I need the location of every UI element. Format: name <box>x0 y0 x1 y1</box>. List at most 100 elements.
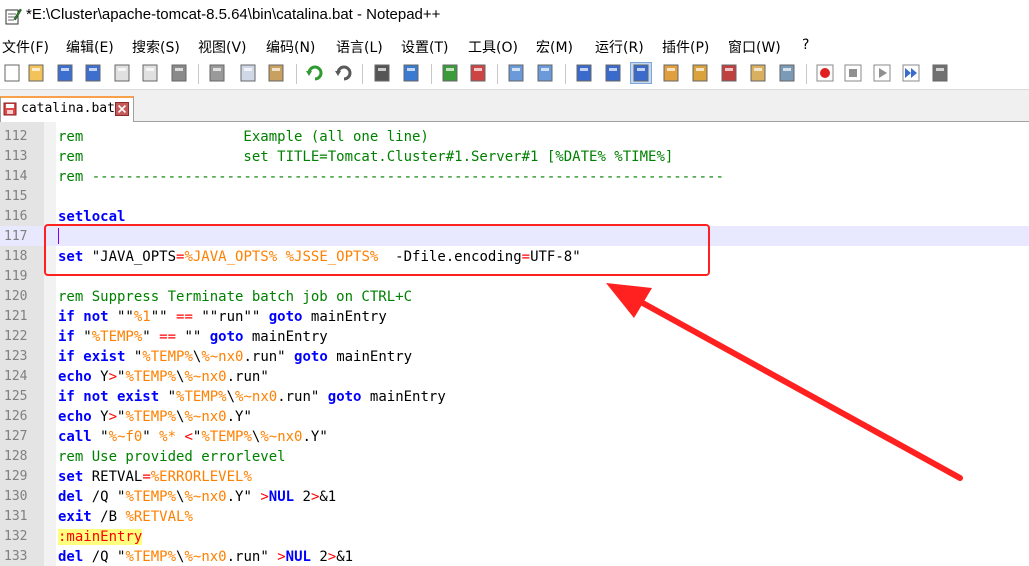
save-macro-icon[interactable] <box>930 63 950 83</box>
play-macro-icon[interactable] <box>872 63 892 83</box>
code-token: mainEntry <box>302 309 387 325</box>
code-line-116[interactable]: 116 setlocal <box>0 206 1029 226</box>
toolbar-separator <box>806 64 807 84</box>
udl-icon[interactable] <box>661 63 681 83</box>
line-number: 121 <box>4 309 28 324</box>
code-token: :mainEntry <box>58 529 143 545</box>
code-line-129[interactable]: 129 set RETVAL=%ERRORLEVEL% <box>0 466 1029 486</box>
run-macro-multiple-icon[interactable] <box>901 63 921 83</box>
menu-item-2[interactable]: 搜索(S) <box>132 37 180 57</box>
menu-item-6[interactable]: 设置(T) <box>401 37 448 57</box>
close-icon[interactable] <box>112 63 132 83</box>
code-text: del /Q "%TEMP%\%~nx0.run" >NUL 2>&1 <box>58 549 353 565</box>
menu-item-11[interactable]: 窗口(W) <box>728 37 781 57</box>
line-number: 120 <box>4 289 28 304</box>
code-text: if not exist "%TEMP%\%~nx0.run" goto mai… <box>58 389 446 405</box>
close-all-icon[interactable] <box>140 63 160 83</box>
code-token: %~nx0 <box>260 429 303 445</box>
copy-icon[interactable] <box>238 63 258 83</box>
menu-item-0[interactable]: 文件(F) <box>2 37 49 57</box>
code-line-133[interactable]: 133 del /Q "%TEMP%\%~nx0.run" >NUL 2>&1 <box>0 546 1029 566</box>
code-line-125[interactable]: 125 if not exist "%TEMP%\%~nx0.run" goto … <box>0 386 1029 406</box>
code-token: " <box>142 429 160 445</box>
code-token: "" <box>176 329 210 345</box>
code-token: if exist <box>58 349 126 365</box>
tab-close-icon[interactable] <box>115 102 129 116</box>
code-token: %TEMP% <box>125 369 177 385</box>
undo-icon[interactable] <box>305 63 325 83</box>
save-all-icon[interactable] <box>83 63 103 83</box>
line-number: 112 <box>4 129 28 144</box>
code-text: set RETVAL=%ERRORLEVEL% <box>58 469 252 485</box>
line-number: 129 <box>4 469 28 484</box>
zoom-in-icon[interactable] <box>440 63 460 83</box>
menu-item-12[interactable]: ? <box>802 37 809 53</box>
code-line-120[interactable]: 120 rem Suppress Terminate batch job on C… <box>0 286 1029 306</box>
line-number: 124 <box>4 369 28 384</box>
code-line-123[interactable]: 123 if exist "%TEMP%\%~nx0.run" goto main… <box>0 346 1029 366</box>
find-icon[interactable] <box>372 63 392 83</box>
line-number: 131 <box>4 509 28 524</box>
code-token: == <box>159 329 177 345</box>
sync-horizontal-icon[interactable] <box>535 63 555 83</box>
indent-guide-icon[interactable] <box>630 62 652 84</box>
paste-icon[interactable] <box>266 63 286 83</box>
zoom-out-icon[interactable] <box>468 63 488 83</box>
code-line-113[interactable]: 113 rem set TITLE=Tomcat.Cluster#1.Server… <box>0 146 1029 166</box>
code-token: 2 <box>294 489 311 505</box>
code-text: rem Use provided errorlevel <box>58 449 286 465</box>
code-line-121[interactable]: 121 if not ""%1"" == ""run"" goto mainEnt… <box>0 306 1029 326</box>
menu-item-4[interactable]: 编码(N) <box>266 37 315 57</box>
folder-workspace-icon[interactable] <box>748 63 768 83</box>
code-token: NUL <box>285 549 311 565</box>
code-token: if not exist <box>58 389 160 405</box>
menu-item-10[interactable]: 插件(P) <box>662 37 709 57</box>
new-file-icon[interactable] <box>2 63 22 83</box>
menu-item-8[interactable]: 宏(M) <box>536 37 573 57</box>
menu-item-9[interactable]: 运行(R) <box>595 37 644 57</box>
code-line-126[interactable]: 126 echo Y>"%TEMP%\%~nx0.Y" <box>0 406 1029 426</box>
menu-item-5[interactable]: 语言(L) <box>336 37 383 57</box>
line-number: 119 <box>4 269 28 284</box>
code-token: %TEMP% <box>142 349 193 365</box>
record-macro-icon[interactable] <box>815 63 835 83</box>
code-token: %TEMP% <box>201 429 252 445</box>
code-token: > <box>108 369 118 385</box>
show-all-chars-icon[interactable] <box>603 63 623 83</box>
menu-item-1[interactable]: 编辑(E) <box>66 37 114 57</box>
save-icon[interactable] <box>55 63 75 83</box>
cut-icon[interactable] <box>207 63 227 83</box>
function-list-icon[interactable] <box>719 63 739 83</box>
code-line-124[interactable]: 124 echo Y>"%TEMP%\%~nx0.run" <box>0 366 1029 386</box>
code-line-131[interactable]: 131 exit /B %RETVAL% <box>0 506 1029 526</box>
menu-item-3[interactable]: 视图(V) <box>198 37 247 57</box>
menu-bar: 文件(F) 编辑(E) 搜索(S) 视图(V) 编码(N) 语言(L) 设置(T) 工具(O)… <box>0 34 1029 58</box>
code-line-114[interactable]: 114 rem ---------------------------------… <box>0 166 1029 186</box>
code-line-112[interactable]: 112 rem Example (all one line) <box>0 126 1029 146</box>
code-token: .Y" <box>302 429 328 445</box>
code-line-122[interactable]: 122 if "%TEMP%" == "" goto mainEntry <box>0 326 1029 346</box>
stop-record-icon[interactable] <box>843 63 863 83</box>
open-file-icon[interactable] <box>26 63 46 83</box>
code-line-127[interactable]: 127 call "%~f0" %* <"%TEMP%\%~nx0.Y" <box>0 426 1029 446</box>
replace-icon[interactable] <box>401 63 421 83</box>
print-icon[interactable] <box>169 63 189 83</box>
menu-item-7[interactable]: 工具(O) <box>468 37 518 57</box>
code-line-115[interactable]: 115 <box>0 186 1029 206</box>
code-token: %~nx0 <box>184 409 227 425</box>
editor-area[interactable]: 112 rem Example (all one line) 113 rem set … <box>0 122 1029 566</box>
doc-map-icon[interactable] <box>690 63 710 83</box>
code-token: goto <box>327 389 362 405</box>
tab-catalina-bat[interactable]: catalina.bat <box>0 96 134 122</box>
annotation-highlight-box <box>44 224 710 276</box>
code-line-128[interactable]: 128 rem Use provided errorlevel <box>0 446 1029 466</box>
sync-vertical-icon[interactable] <box>506 63 526 83</box>
word-wrap-icon[interactable] <box>574 63 594 83</box>
code-line-130[interactable]: 130 del /Q "%TEMP%\%~nx0.Y" >NUL 2>&1 <box>0 486 1029 506</box>
code-line-132[interactable]: 132:mainEntry <box>0 526 1029 546</box>
code-token: .run" <box>226 549 278 565</box>
redo-icon[interactable] <box>334 63 354 83</box>
code-token: set <box>58 469 84 485</box>
toolbar-separator <box>296 64 297 84</box>
monitor-icon[interactable] <box>777 63 797 83</box>
